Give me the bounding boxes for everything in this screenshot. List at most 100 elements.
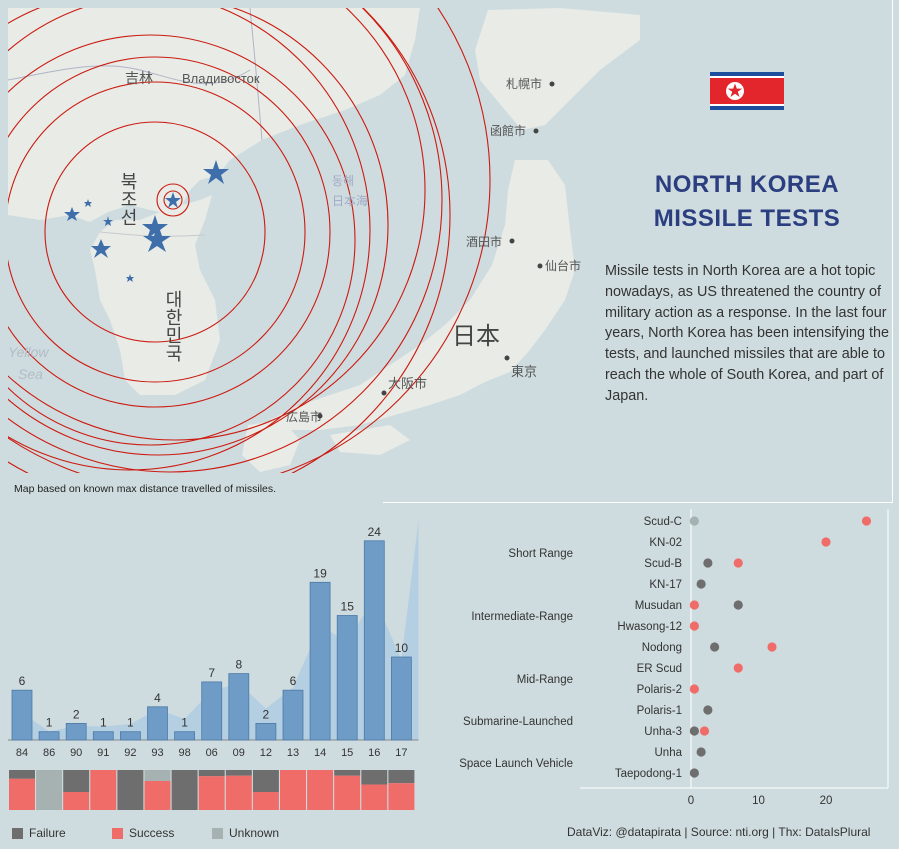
- outcome-segment-failure: [9, 770, 35, 779]
- outcome-segment-failure: [252, 770, 279, 792]
- group-label: Short Range: [508, 548, 573, 560]
- x-tick-label: 86: [43, 747, 55, 759]
- outcome-segment-success: [334, 775, 361, 810]
- label-jilin: 吉林: [125, 70, 153, 86]
- outcome-segment-success: [361, 784, 388, 810]
- bar-value-label: 15: [341, 600, 355, 614]
- x-tick-label: 91: [97, 747, 109, 759]
- divider: [383, 502, 893, 503]
- dot-failure: [703, 558, 713, 568]
- legend-success-label: Success: [129, 826, 175, 840]
- failure-swatch: [12, 827, 23, 839]
- legend-success: Success: [112, 826, 174, 840]
- bar: [120, 731, 141, 741]
- missile-label: Scud-C: [644, 516, 682, 528]
- legend-failure: Failure: [12, 826, 66, 840]
- label-sakata: 酒田市: [466, 234, 502, 249]
- outcome-segment-success: [252, 792, 279, 810]
- outcome-segment-success: [90, 770, 117, 810]
- missile-label: KN-02: [649, 537, 682, 549]
- divider-vertical: [892, 0, 893, 503]
- x-tick-label: 14: [314, 747, 326, 759]
- bar: [38, 731, 60, 741]
- label-vladivostok: Владивосток: [182, 71, 260, 86]
- dot-success: [767, 642, 777, 652]
- legend-unknown: Unknown: [212, 826, 279, 840]
- dot-failure: [696, 747, 706, 757]
- bar: [309, 581, 331, 741]
- missile-label: Nodong: [642, 642, 682, 654]
- dot-success: [821, 537, 831, 547]
- group-label: Intermediate-Range: [471, 611, 573, 623]
- x-tick-label: 93: [151, 747, 163, 759]
- outcome-segment-success: [63, 792, 90, 810]
- dot-failure: [710, 642, 720, 652]
- dot-success: [733, 558, 743, 568]
- outcome-segment-success: [280, 770, 306, 810]
- missile-label: Musudan: [635, 600, 682, 612]
- label-south-korea: 대한민국: [163, 290, 183, 362]
- bar-value-label: 6: [19, 674, 26, 688]
- bar: [390, 656, 412, 741]
- bar: [201, 681, 223, 741]
- bar-value-label: 6: [290, 674, 297, 688]
- label-north-korea: 북조선: [118, 172, 138, 226]
- missile-label: Unha: [655, 747, 683, 759]
- bar-value-label: 7: [208, 666, 215, 680]
- outcome-segment-success: [9, 778, 35, 810]
- outcome-segment-unknown: [36, 770, 63, 810]
- x-tick-label: 0: [688, 795, 694, 807]
- group-label: Submarine-Launched: [463, 716, 573, 728]
- bar: [147, 706, 168, 741]
- legend-unknown-label: Unknown: [229, 826, 280, 840]
- bar: [11, 689, 33, 741]
- bar-value-label: 1: [46, 716, 53, 730]
- bar: [336, 615, 358, 741]
- outcome-segment-failure: [198, 770, 225, 777]
- outcome-segment-success: [225, 775, 252, 810]
- label-yellow-sea-1: Yellow: [8, 344, 49, 360]
- title-line-1: NORTH KOREA: [654, 171, 840, 198]
- bar-value-label: 2: [73, 707, 80, 721]
- label-east-sea-kr: 동해: [332, 174, 354, 188]
- outcome-segment-failure: [171, 770, 198, 810]
- missile-label: Unha-3: [644, 726, 682, 738]
- bar: [282, 689, 304, 741]
- map-note: Map based on known max distance travelle…: [14, 483, 277, 495]
- label-osaka: 大阪市: [388, 376, 427, 391]
- dot-failure: [689, 726, 699, 736]
- missile-label: KN-17: [649, 579, 682, 591]
- title-line-2: MISSILE TESTS: [653, 205, 841, 232]
- x-tick-label: 20: [820, 795, 833, 807]
- bar-value-label: 24: [368, 525, 382, 539]
- bar: [92, 731, 114, 741]
- label-hiroshima: 広島市: [286, 409, 322, 424]
- missile-label: ER Scud: [637, 663, 682, 675]
- label-yellow-sea-2: Sea: [18, 366, 43, 382]
- unknown-swatch: [212, 827, 223, 839]
- outcome-segment-unknown: [144, 770, 171, 781]
- x-tick-label: 09: [233, 747, 245, 759]
- outcome-segment-failure: [388, 770, 415, 784]
- dot-success: [861, 516, 872, 526]
- dot-failure: [733, 600, 743, 610]
- success-swatch: [112, 827, 123, 839]
- dot-success: [699, 726, 710, 736]
- x-tick-label: 13: [287, 747, 299, 759]
- dot-success: [689, 600, 699, 610]
- outcome-segment-success: [144, 781, 171, 810]
- bar-value-label: 19: [313, 566, 327, 580]
- group-label: Mid-Range: [517, 674, 573, 686]
- label-hakodate: 函館市: [490, 123, 526, 138]
- dot-success: [733, 663, 743, 673]
- x-tick-label: 84: [16, 747, 28, 759]
- outcome-segment-success: [198, 776, 225, 810]
- x-tick-label: 06: [206, 747, 218, 759]
- bar-value-label: 2: [263, 707, 270, 721]
- label-sendai: 仙台市: [545, 258, 581, 273]
- missile-label: Polaris-1: [637, 705, 682, 717]
- outcome-segment-failure: [63, 770, 90, 792]
- dot-success: [689, 621, 699, 631]
- bar-value-label: 1: [100, 716, 107, 730]
- bar-value-label: 1: [181, 716, 188, 730]
